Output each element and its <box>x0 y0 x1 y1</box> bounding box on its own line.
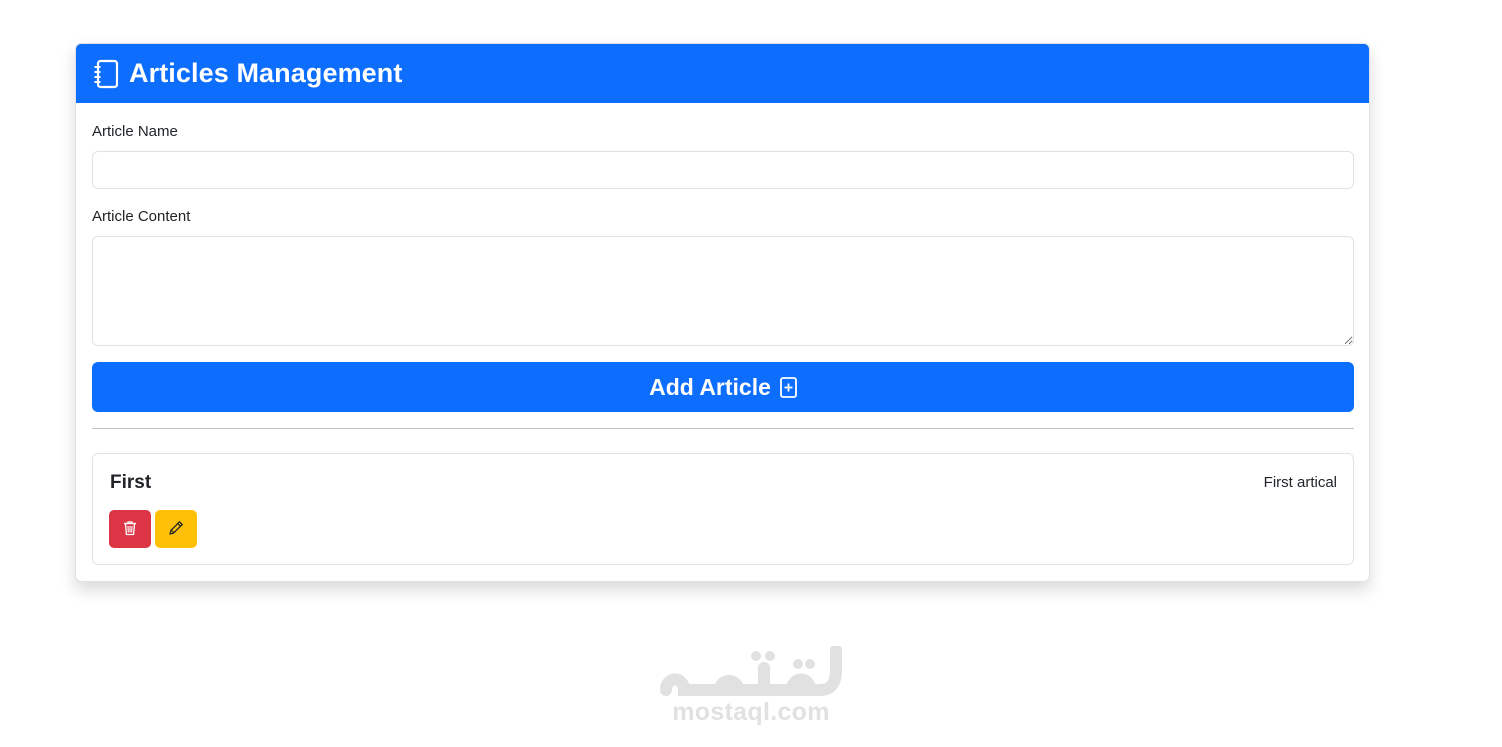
plus-square-icon <box>780 376 797 398</box>
article-title: First <box>110 472 152 493</box>
watermark-domain: mostaql.com <box>672 698 830 726</box>
article-name-input[interactable] <box>92 151 1354 189</box>
article-content-label: Article Content <box>92 208 191 225</box>
trash-icon <box>122 520 138 539</box>
delete-article-button[interactable] <box>109 510 151 548</box>
edit-article-button[interactable] <box>155 510 197 548</box>
article-item: First First artical <box>92 453 1354 565</box>
divider <box>92 428 1354 429</box>
article-name-label: Article Name <box>92 123 178 140</box>
card-body: Article Name Article Content Add Article… <box>76 123 1369 565</box>
pencil-icon <box>168 520 184 539</box>
article-actions <box>109 510 197 548</box>
card-header: Articles Management <box>76 44 1369 103</box>
article-content: First artical <box>1263 474 1337 491</box>
mostaql-watermark: mostaql.com <box>660 646 842 727</box>
page-title: Articles Management <box>129 58 403 88</box>
add-article-label: Add Article <box>649 373 771 400</box>
article-content-textarea[interactable] <box>92 236 1354 346</box>
articles-card: Articles Management Article Name Article… <box>75 43 1370 582</box>
mostaql-logo <box>660 646 842 696</box>
notebook-icon <box>92 59 120 89</box>
add-article-button[interactable]: Add Article <box>92 362 1354 412</box>
